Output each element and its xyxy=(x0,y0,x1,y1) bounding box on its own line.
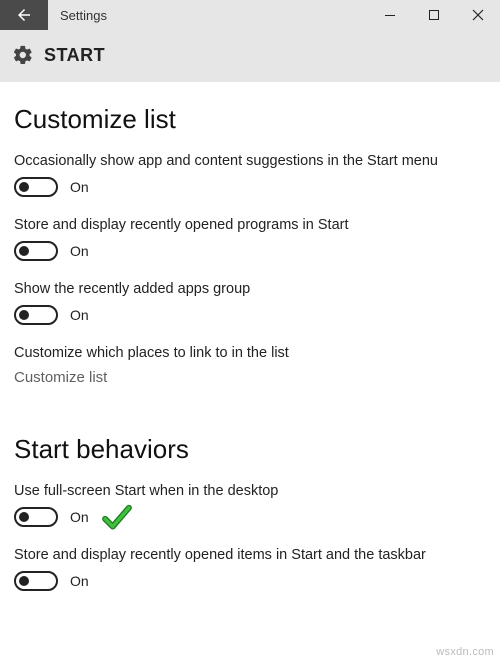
setting-fullscreen-start: Use full-screen Start when in the deskto… xyxy=(14,483,486,527)
window-controls xyxy=(368,0,500,30)
customize-list-link[interactable]: Customize list xyxy=(14,369,486,386)
setting-suggestions: Occasionally show app and content sugges… xyxy=(14,153,486,197)
page-title: START xyxy=(44,45,105,66)
content-area: Customize list Occasionally show app and… xyxy=(0,82,500,591)
section-heading-customize: Customize list xyxy=(14,104,486,135)
toggle-suggestions[interactable] xyxy=(14,177,58,197)
minimize-button[interactable] xyxy=(368,0,412,30)
back-button[interactable] xyxy=(0,0,48,30)
section-heading-behaviors: Start behaviors xyxy=(14,434,486,465)
watermark: wsxdn.com xyxy=(436,646,494,658)
toggle-state: On xyxy=(70,509,89,525)
checkmark-icon xyxy=(100,501,134,540)
setting-label: Store and display recently opened items … xyxy=(14,547,486,563)
toggle-state: On xyxy=(70,179,89,195)
page-header: START xyxy=(0,30,500,82)
setting-label: Show the recently added apps group xyxy=(14,281,486,297)
setting-recently-added: Show the recently added apps group On xyxy=(14,281,486,325)
setting-customize-places: Customize which places to link to in the… xyxy=(14,345,486,386)
back-arrow-icon xyxy=(15,6,33,24)
toggle-recent-programs[interactable] xyxy=(14,241,58,261)
setting-label: Use full-screen Start when in the deskto… xyxy=(14,483,486,499)
gear-icon xyxy=(12,44,34,66)
close-icon xyxy=(472,9,484,21)
toggle-state: On xyxy=(70,573,89,589)
maximize-button[interactable] xyxy=(412,0,456,30)
setting-recent-programs: Store and display recently opened progra… xyxy=(14,217,486,261)
maximize-icon xyxy=(428,9,440,21)
app-title: Settings xyxy=(48,0,368,30)
close-button[interactable] xyxy=(456,0,500,30)
setting-label: Store and display recently opened progra… xyxy=(14,217,486,233)
toggle-fullscreen-start[interactable] xyxy=(14,507,58,527)
toggle-recently-added[interactable] xyxy=(14,305,58,325)
minimize-icon xyxy=(384,9,396,21)
title-bar: Settings xyxy=(0,0,500,30)
toggle-recent-items-taskbar[interactable] xyxy=(14,571,58,591)
toggle-state: On xyxy=(70,243,89,259)
setting-recent-items-taskbar: Store and display recently opened items … xyxy=(14,547,486,591)
setting-label: Customize which places to link to in the… xyxy=(14,345,486,361)
toggle-state: On xyxy=(70,307,89,323)
setting-label: Occasionally show app and content sugges… xyxy=(14,153,486,169)
